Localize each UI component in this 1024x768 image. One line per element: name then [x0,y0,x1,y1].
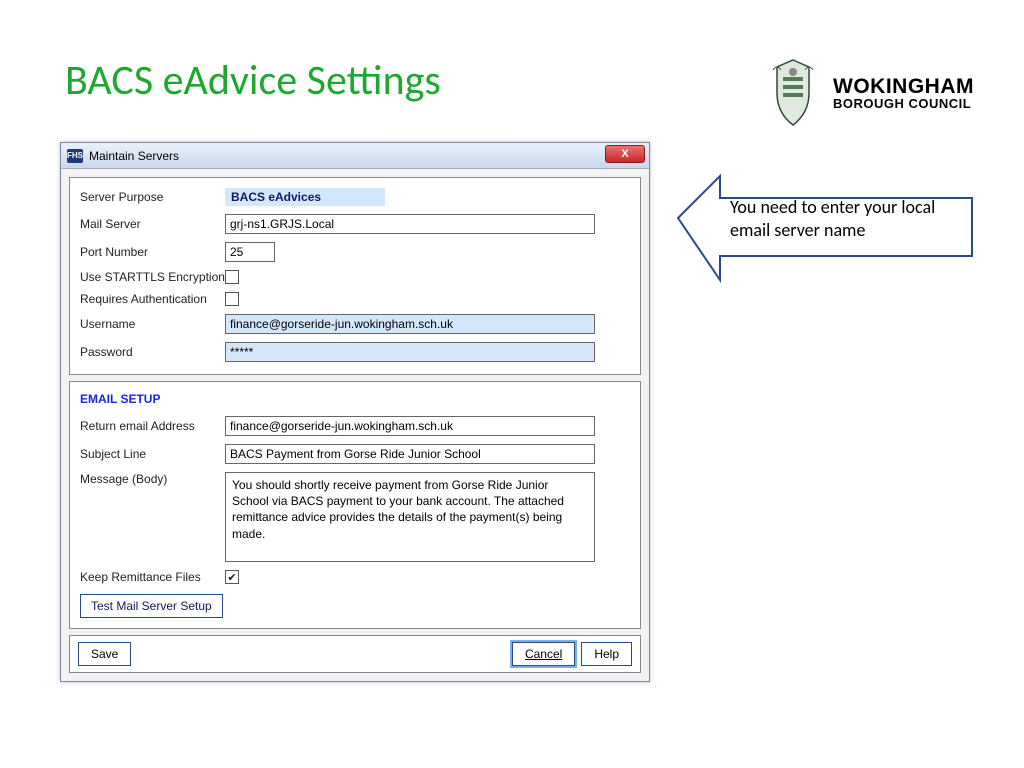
username-input[interactable] [225,314,595,334]
brand-block: WOKINGHAM BOROUGH COUNCIL [763,55,974,130]
maintain-servers-dialog: FHS Maintain Servers X Server Purpose BA… [60,142,650,682]
return-email-label: Return email Address [80,419,225,433]
message-body-label: Message (Body) [80,472,225,486]
server-purpose-label: Server Purpose [80,190,225,204]
keep-remittance-checkbox[interactable]: ✔ [225,570,239,584]
callout-arrow-icon [672,168,982,328]
message-body-textarea[interactable]: You should shortly receive payment from … [225,472,595,562]
slide-title: BACS eAdvice Settings [65,55,441,106]
subject-line-label: Subject Line [80,447,225,461]
email-setup-heading: EMAIL SETUP [80,392,630,406]
dialog-title: Maintain Servers [89,149,179,163]
port-number-label: Port Number [80,245,225,259]
server-panel: Server Purpose BACS eAdvices Mail Server… [69,177,641,375]
password-label: Password [80,345,225,359]
starttls-checkbox[interactable] [225,270,239,284]
server-purpose-value: BACS eAdvices [225,188,385,206]
app-icon: FHS [67,149,83,163]
keep-remittance-label: Keep Remittance Files [80,570,225,584]
council-crest-icon [763,55,823,130]
save-button[interactable]: Save [78,642,131,666]
brand-main-text: WOKINGHAM [833,76,974,97]
starttls-label: Use STARTTLS Encryption [80,270,225,284]
mail-server-input[interactable] [225,214,595,234]
mail-server-label: Mail Server [80,217,225,231]
help-button[interactable]: Help [581,642,632,666]
brand-sub-text: BOROUGH COUNCIL [833,97,974,110]
requires-auth-checkbox[interactable] [225,292,239,306]
close-icon: X [621,148,628,160]
email-setup-panel: EMAIL SETUP Return email Address Subject… [69,381,641,629]
password-input[interactable] [225,342,595,362]
dialog-titlebar: FHS Maintain Servers X [61,143,649,169]
close-button[interactable]: X [605,145,645,163]
cancel-button[interactable]: Cancel [512,642,575,666]
requires-auth-label: Requires Authentication [80,292,225,306]
port-number-input[interactable] [225,242,275,262]
username-label: Username [80,317,225,331]
subject-line-input[interactable] [225,444,595,464]
callout-text: You need to enter your local email serve… [730,196,962,243]
dialog-button-row: Save Cancel Help [69,635,641,673]
return-email-input[interactable] [225,416,595,436]
test-mail-server-button[interactable]: Test Mail Server Setup [80,594,223,618]
